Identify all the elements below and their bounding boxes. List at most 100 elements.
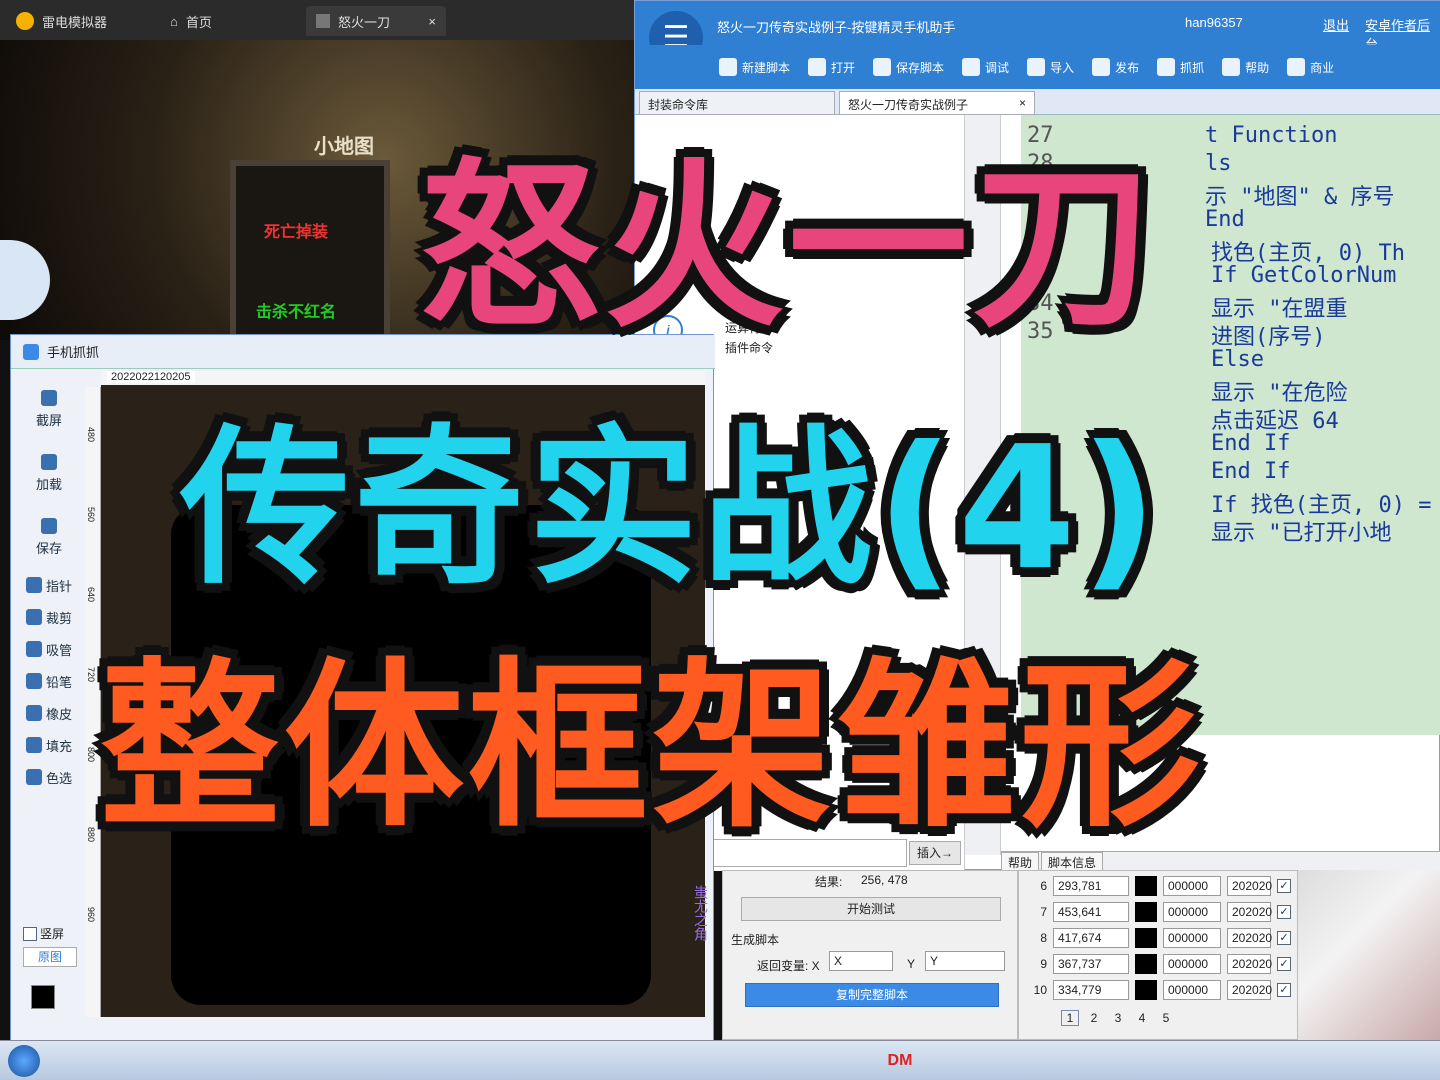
business-label: 商业 xyxy=(1310,60,1335,75)
emulator-logo-icon xyxy=(16,12,34,30)
table-row[interactable]: 6 293,781 000000 202020 ✓ xyxy=(1019,873,1299,899)
pager: 12345 xyxy=(1019,1005,1299,1031)
camera-icon xyxy=(1157,58,1176,76)
code-line-text[interactable]: 显示 "已打开小地 xyxy=(1211,515,1392,547)
copy-script-button[interactable]: 复制完整脚本 xyxy=(745,983,999,1007)
dm-taskbar-icon[interactable]: DM xyxy=(884,1045,916,1077)
play-icon xyxy=(962,58,981,76)
row-color[interactable]: 000000 xyxy=(1163,876,1221,896)
tool-0[interactable]: 截屏 xyxy=(17,381,81,437)
row-sim[interactable]: 202020 xyxy=(1227,876,1272,896)
row-checkbox[interactable]: ✓ xyxy=(1277,931,1291,945)
new-script-button[interactable]: 新建脚本 xyxy=(719,58,790,76)
row-xy[interactable]: 293,781 xyxy=(1053,876,1129,896)
row-checkbox[interactable]: ✓ xyxy=(1277,957,1291,971)
capture-button[interactable]: 抓抓 xyxy=(1157,58,1204,76)
tool-4[interactable]: 裁剪 xyxy=(17,603,81,631)
original-button[interactable]: 原图 xyxy=(23,947,77,967)
code-line-text[interactable]: End If xyxy=(1211,459,1290,484)
emulator-home-tab[interactable]: ⌂ 首页 xyxy=(160,6,222,36)
row-checkbox[interactable]: ✓ xyxy=(1277,983,1291,997)
row-xy[interactable]: 367,737 xyxy=(1053,954,1129,974)
emulator-titlebar: 雷电模拟器 ⌂ 首页 怒火一刀 × xyxy=(0,0,640,40)
page-button[interactable]: 2 xyxy=(1085,1011,1103,1025)
tool-3[interactable]: 指针 xyxy=(17,571,81,599)
table-row[interactable]: 10 334,779 000000 202020 ✓ xyxy=(1019,977,1299,1003)
start-icon[interactable] xyxy=(8,1045,40,1077)
start-test-button[interactable]: 开始测试 xyxy=(741,897,1001,921)
y-var-input[interactable]: Y xyxy=(925,951,1005,971)
row-color-swatch xyxy=(1135,876,1157,896)
test-panel: 结果: 256, 478 开始测试 生成脚本 返回变量: X X Y Y 复制完… xyxy=(722,870,1018,1040)
code-line-text[interactable]: t Function xyxy=(1205,123,1337,148)
kill-text: 击杀不红名 xyxy=(256,304,337,321)
editor-toolbar: 新建脚本 打开 保存脚本 调试 导入 发布 抓抓 帮助 商业 xyxy=(635,45,1440,89)
taskbar: DM xyxy=(0,1040,1440,1080)
table-row[interactable]: 9 367,737 000000 202020 ✓ xyxy=(1019,951,1299,977)
tool-9[interactable]: 色选 xyxy=(17,763,81,791)
page-button[interactable]: 4 xyxy=(1133,1011,1151,1025)
page-button[interactable]: 5 xyxy=(1157,1011,1175,1025)
tool-6[interactable]: 铅笔 xyxy=(17,667,81,695)
tool-label: 截屏 xyxy=(35,412,62,428)
publish-button[interactable]: 发布 xyxy=(1092,58,1139,76)
tool-icon xyxy=(25,673,42,689)
row-sim[interactable]: 202020 xyxy=(1227,902,1272,922)
x-var-input[interactable]: X xyxy=(829,951,893,971)
table-row[interactable]: 7 453,641 000000 202020 ✓ xyxy=(1019,899,1299,925)
code-line-text[interactable]: End xyxy=(1205,207,1245,232)
new-script-label: 新建脚本 xyxy=(742,60,791,75)
tool-icon xyxy=(25,769,42,785)
row-index: 10 xyxy=(1033,983,1047,997)
row-checkbox[interactable]: ✓ xyxy=(1277,905,1291,919)
row-sim[interactable]: 202020 xyxy=(1227,954,1272,974)
tool-1[interactable]: 加载 xyxy=(17,445,81,501)
row-sim[interactable]: 202020 xyxy=(1227,928,1272,948)
logout-link[interactable]: 退出 xyxy=(1323,15,1349,34)
tool-icon xyxy=(41,389,57,406)
row-checkbox[interactable]: ✓ xyxy=(1277,879,1291,893)
map-corner-text: 蚩尤之角 xyxy=(693,885,709,941)
tool-5[interactable]: 吸管 xyxy=(17,635,81,663)
tool-2[interactable]: 保存 xyxy=(17,509,81,565)
tool-7[interactable]: 橡皮 xyxy=(17,699,81,727)
page-button[interactable]: 3 xyxy=(1109,1011,1127,1025)
emulator-game-tab[interactable]: 怒火一刀 × xyxy=(306,6,446,36)
row-color[interactable]: 000000 xyxy=(1163,954,1221,974)
emulator-app-tab[interactable]: 雷电模拟器 xyxy=(6,6,117,36)
portrait-checkbox[interactable]: 竖屏 xyxy=(23,925,64,942)
ruler-left-tick: 800 xyxy=(86,747,96,763)
debug-button[interactable]: 调试 xyxy=(962,58,1009,76)
row-color[interactable]: 000000 xyxy=(1163,902,1221,922)
row-xy[interactable]: 417,674 xyxy=(1053,928,1129,948)
row-index: 9 xyxy=(1040,957,1047,971)
row-sim[interactable]: 202020 xyxy=(1227,980,1272,1000)
plus-icon xyxy=(719,58,737,76)
user-name[interactable]: han96357 xyxy=(1185,15,1243,30)
row-xy[interactable]: 453,641 xyxy=(1053,902,1129,922)
close-icon[interactable]: × xyxy=(428,14,436,29)
code-line-text[interactable]: If GetColorNum xyxy=(1211,263,1396,288)
open-button[interactable]: 打开 xyxy=(808,58,855,76)
table-row[interactable]: 8 417,674 000000 202020 ✓ xyxy=(1019,925,1299,951)
save-label: 保存脚本 xyxy=(896,60,945,75)
side-float-button[interactable] xyxy=(0,240,50,320)
tool-label: 吸管 xyxy=(45,642,72,658)
code-line-text[interactable]: Else xyxy=(1211,347,1264,372)
tool-8[interactable]: 填充 xyxy=(17,731,81,759)
page-button[interactable]: 1 xyxy=(1061,1010,1079,1026)
y-label: Y xyxy=(907,957,916,971)
row-color[interactable]: 000000 xyxy=(1163,928,1221,948)
save-script-button[interactable]: 保存脚本 xyxy=(873,58,944,76)
original-label: 原图 xyxy=(37,950,62,964)
row-color[interactable]: 000000 xyxy=(1163,980,1221,1000)
help-button[interactable]: 帮助 xyxy=(1222,58,1269,76)
import-button[interactable]: 导入 xyxy=(1027,58,1074,76)
code-line-text[interactable]: ls xyxy=(1205,151,1232,176)
open-label: 打开 xyxy=(831,60,856,75)
business-button[interactable]: 商业 xyxy=(1287,58,1334,76)
ruler-left: 480 560 640 720 800 880 960 xyxy=(85,387,101,1017)
row-xy[interactable]: 334,779 xyxy=(1053,980,1129,1000)
foreground-color-swatch[interactable] xyxy=(31,985,55,1009)
code-line-text[interactable]: End If xyxy=(1211,431,1290,456)
